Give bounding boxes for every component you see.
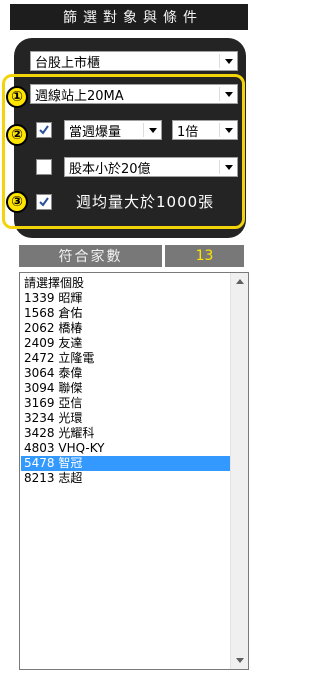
list-item[interactable]: 4803 VHQ-KY xyxy=(21,441,231,456)
list-item[interactable]: 3064 泰偉 xyxy=(21,366,231,381)
capital-select[interactable]: 股本小於20億 xyxy=(64,157,238,177)
multiplier-select-value: 1倍 xyxy=(177,124,199,140)
capital-checkbox[interactable] xyxy=(36,159,52,175)
market-select[interactable]: 台股上市櫃 xyxy=(30,51,238,71)
list-item[interactable]: 3094 聯傑 xyxy=(21,381,231,396)
list-item[interactable]: 2062 橋椿 xyxy=(21,321,231,336)
match-count-value: 13 xyxy=(165,245,244,267)
list-item[interactable]: 請選擇個股 xyxy=(21,276,231,291)
volume-select[interactable]: 當週爆量 xyxy=(64,120,162,140)
volume-select-value: 當週爆量 xyxy=(69,124,122,140)
multiplier-select[interactable]: 1倍 xyxy=(172,120,238,140)
weekly-ma-select[interactable]: 週線站上20MA xyxy=(30,84,238,104)
list-item[interactable]: 2409 友達 xyxy=(21,336,231,351)
scroll-down-icon[interactable] xyxy=(236,658,244,663)
vertical-scrollbar[interactable] xyxy=(230,273,248,669)
chevron-down-icon xyxy=(225,92,233,97)
weekly-ma-select-value: 週線站上20MA xyxy=(35,88,124,104)
avg-volume-checkbox[interactable] xyxy=(36,194,52,210)
chevron-down-icon xyxy=(225,128,233,133)
list-item[interactable]: 3169 亞信 xyxy=(21,396,231,411)
list-item[interactable]: 8213 志超 xyxy=(21,471,231,486)
checkmark-icon xyxy=(39,197,49,207)
step-1-badge: ① xyxy=(6,86,28,108)
checkmark-icon xyxy=(39,125,49,135)
stock-list[interactable]: 請選擇個股 1339 昭輝 1568 倉佑 2062 橋椿 2409 友達 24… xyxy=(19,272,249,670)
list-item[interactable]: 3428 光耀科 xyxy=(21,426,231,441)
chevron-down-icon xyxy=(225,165,233,170)
list-item[interactable]: 3234 光環 xyxy=(21,411,231,426)
list-item[interactable]: 2472 立隆電 xyxy=(21,351,231,366)
chevron-down-icon xyxy=(149,128,157,133)
volume-checkbox[interactable] xyxy=(36,122,52,138)
list-item[interactable]: 1339 昭輝 xyxy=(21,291,231,306)
list-item[interactable]: 1568 倉佑 xyxy=(21,306,231,321)
scroll-up-icon[interactable] xyxy=(236,279,244,284)
capital-select-value: 股本小於20億 xyxy=(69,161,151,177)
list-item-selected[interactable]: 5478 智冠 xyxy=(21,456,231,471)
step-2-badge: ② xyxy=(6,124,28,146)
market-select-value: 台股上市櫃 xyxy=(35,55,101,71)
chevron-down-icon xyxy=(225,59,233,64)
match-count-label: 符合家數 xyxy=(19,245,162,267)
panel-header: 篩選對象與條件 xyxy=(10,4,248,30)
step-3-badge: ③ xyxy=(6,191,28,213)
avg-volume-label: 週均量大於1000張 xyxy=(76,193,215,211)
